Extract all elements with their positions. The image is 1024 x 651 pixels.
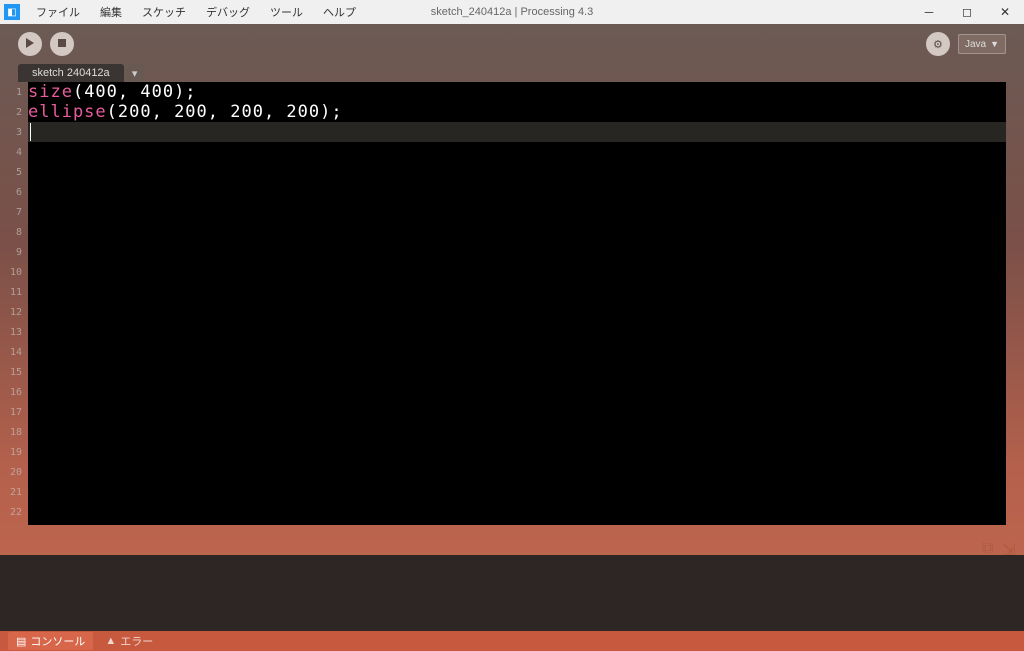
close-button[interactable]: ✕	[986, 0, 1024, 24]
console-tab[interactable]: ▤ コンソール	[8, 632, 93, 650]
line-gutter: 12345678910111213141516171819202122	[0, 82, 28, 525]
menu-tools[interactable]: ツール	[260, 2, 313, 22]
app-icon: ◧	[4, 4, 20, 20]
code-keyword: ellipse	[28, 102, 107, 122]
code-text: (200, 200, 200, 200);	[107, 102, 343, 122]
current-line-highlight	[28, 122, 1006, 142]
line-number: 9	[0, 243, 28, 263]
line-number: 20	[0, 463, 28, 483]
menu-sketch[interactable]: スケッチ	[132, 2, 196, 22]
menu-file[interactable]: ファイル	[26, 2, 90, 22]
line-number: 12	[0, 303, 28, 323]
line-number: 4	[0, 143, 28, 163]
console-tab-label: コンソール	[30, 633, 85, 649]
app-body: ⚙ Java ▼ sketch 240412a ▾ 12345678910111…	[0, 24, 1024, 651]
console-panel[interactable]	[0, 555, 1024, 631]
play-icon	[25, 35, 35, 53]
errors-tab-label: エラー	[120, 633, 153, 649]
code-text: (400, 400);	[73, 82, 197, 102]
line-number: 18	[0, 423, 28, 443]
line-number: 6	[0, 183, 28, 203]
title-bar: ◧ ファイル 編集 スケッチ デバッグ ツール ヘルプ sketch_24041…	[0, 0, 1024, 24]
maximize-button[interactable]: ◻	[948, 0, 986, 24]
sketch-tab[interactable]: sketch 240412a	[18, 64, 124, 82]
warning-icon: ▲	[105, 635, 116, 647]
window-controls: ─ ◻ ✕	[910, 0, 1024, 24]
line-number: 22	[0, 503, 28, 523]
collapse-icon[interactable]: ⇲	[1002, 540, 1014, 552]
menu-debug[interactable]: デバッグ	[196, 2, 260, 22]
line-number: 19	[0, 443, 28, 463]
menu-edit[interactable]: 編集	[90, 2, 132, 22]
line-number: 17	[0, 403, 28, 423]
line-number: 1	[0, 83, 28, 103]
line-number: 3	[0, 123, 28, 143]
tab-bar: sketch 240412a ▾	[0, 60, 1024, 82]
panel-divider[interactable]: ⧉ ⇲	[0, 537, 1024, 555]
tab-menu-button[interactable]: ▾	[126, 64, 144, 82]
mode-label: Java	[965, 39, 986, 50]
errors-tab[interactable]: ▲ エラー	[97, 632, 161, 650]
copy-icon[interactable]: ⧉	[982, 540, 994, 552]
line-number: 2	[0, 103, 28, 123]
line-number: 21	[0, 483, 28, 503]
minimize-button[interactable]: ─	[910, 0, 948, 24]
run-button[interactable]	[18, 32, 42, 56]
line-number: 15	[0, 363, 28, 383]
debug-toggle-button[interactable]: ⚙	[926, 32, 950, 56]
stop-button[interactable]	[50, 32, 74, 56]
line-number: 8	[0, 223, 28, 243]
stop-icon	[57, 35, 67, 53]
mode-selector[interactable]: Java ▼	[958, 34, 1006, 54]
console-icon: ▤	[16, 635, 26, 648]
line-number: 14	[0, 343, 28, 363]
line-number: 5	[0, 163, 28, 183]
menu-help[interactable]: ヘルプ	[313, 2, 366, 22]
code-editor[interactable]: size(400, 400); ellipse(200, 200, 200, 2…	[28, 82, 1006, 525]
line-number: 11	[0, 283, 28, 303]
line-number: 16	[0, 383, 28, 403]
menu-bar: ファイル 編集 スケッチ デバッグ ツール ヘルプ	[26, 2, 366, 22]
chevron-down-icon: ▼	[990, 39, 999, 49]
code-keyword: size	[28, 82, 73, 102]
window-title: sketch_240412a | Processing 4.3	[431, 6, 593, 18]
line-number: 13	[0, 323, 28, 343]
sliders-icon: ⚙	[933, 38, 943, 51]
toolbar: ⚙ Java ▼	[0, 28, 1024, 60]
text-cursor	[30, 123, 31, 141]
editor-area: 12345678910111213141516171819202122 size…	[0, 82, 1024, 525]
line-number: 10	[0, 263, 28, 283]
line-number: 7	[0, 203, 28, 223]
status-bar: ▤ コンソール ▲ エラー	[0, 631, 1024, 651]
